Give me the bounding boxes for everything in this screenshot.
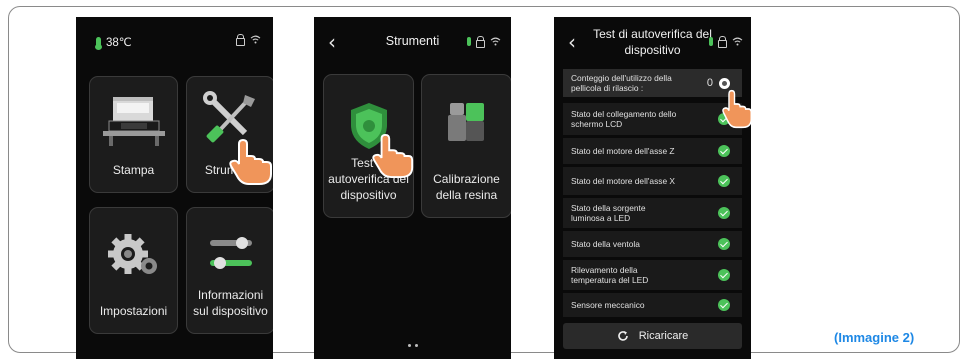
check-label: Stato del collegamento dello schermo LCD: [571, 109, 677, 129]
lock-icon: [718, 35, 727, 48]
tile-settings[interactable]: Impostazioni: [89, 207, 178, 334]
status-bar: 38℃: [76, 17, 273, 61]
pointer-hand-icon: [722, 89, 751, 129]
check-ok-icon: [718, 299, 730, 311]
tile-device-info[interactable]: Informazioni sul dispositivo: [186, 207, 273, 334]
status-icons: [467, 35, 501, 48]
release-film-counter-label: Conteggio dell'utilizzo della pellicola …: [571, 73, 672, 93]
sliders-icon: [209, 237, 252, 269]
check-label: Stato del motore dell'asse X: [571, 176, 676, 186]
wifi-icon: [490, 37, 501, 46]
pointer-hand-icon: [229, 138, 272, 185]
check-label: Stato della sorgente luminosa a LED: [571, 203, 646, 223]
page-indicator: [314, 344, 511, 347]
release-film-counter-value: 0: [706, 77, 713, 89]
tile-device-info-label: Informazioni sul dispositivo: [193, 288, 268, 318]
reload-button[interactable]: Ricaricare: [563, 323, 742, 349]
page-title: Test di autoverifica del dispositivo: [593, 27, 712, 57]
lock-icon: [236, 33, 245, 46]
reset-counter-icon[interactable]: [719, 77, 730, 89]
tile-print[interactable]: Stampa: [89, 76, 178, 193]
check-row: Stato della ventola: [563, 231, 742, 257]
page-title: Strumenti: [385, 34, 440, 48]
home-screen: 38℃ Stampa Strumenti Impostazioni Inform…: [76, 17, 273, 359]
check-ok-icon: [718, 269, 730, 281]
thermometer-icon: [709, 37, 713, 46]
check-label: Stato della ventola: [571, 239, 640, 249]
temperature-indicator: 38℃: [95, 35, 132, 50]
wifi-icon: [250, 35, 261, 44]
settings-gear-icon: [107, 234, 157, 274]
tools-screen: ‹ Strumenti Test di autoverifica del dis…: [314, 17, 511, 359]
check-ok-icon: [718, 207, 730, 219]
check-ok-icon: [718, 238, 730, 250]
tile-resin-calibration-label: Calibrazione della resina: [433, 172, 500, 202]
check-label: Rilevamento della temperatura del LED: [571, 265, 649, 285]
back-chevron-icon[interactable]: ‹: [568, 30, 576, 54]
status-icons: [709, 35, 743, 48]
page-dot: [414, 344, 418, 347]
check-row: Stato del motore dell'asse X: [563, 167, 742, 195]
refresh-icon: [618, 331, 628, 341]
self-test-screen: ‹ Test di autoverifica del dispositivo C…: [554, 17, 751, 359]
pointer-hand-icon: [372, 133, 414, 178]
check-ok-icon: [718, 175, 730, 187]
check-row: Rilevamento della temperatura del LED: [563, 260, 742, 290]
check-row: Stato della sorgente luminosa a LED: [563, 198, 742, 228]
reload-button-label: Ricaricare: [638, 330, 689, 342]
status-icons: [236, 33, 261, 46]
wifi-icon: [732, 37, 743, 46]
resin-blocks-icon: [447, 103, 484, 141]
thermometer-icon: [467, 37, 471, 46]
check-row: Stato del collegamento dello schermo LCD: [563, 103, 742, 135]
lock-icon: [476, 35, 485, 48]
tile-print-label: Stampa: [112, 163, 155, 177]
tile-settings-label: Impostazioni: [99, 304, 168, 318]
temperature-value: 38℃: [106, 37, 132, 49]
tile-resin-calibration[interactable]: Calibrazione della resina: [421, 74, 511, 218]
page-dot: [407, 344, 411, 347]
check-row: Sensore meccanico: [563, 293, 742, 317]
check-label: Stato del motore dell'asse Z: [571, 146, 675, 156]
release-film-counter-value-group: 0: [706, 77, 730, 89]
check-label: Sensore meccanico: [571, 300, 645, 310]
check-row: Stato del motore dell'asse Z: [563, 138, 742, 164]
figure-caption: (Immagine 2): [834, 330, 915, 345]
thermometer-icon: [95, 36, 102, 50]
printer-icon: [102, 97, 165, 146]
release-film-counter: Conteggio dell'utilizzo della pellicola …: [563, 69, 742, 97]
check-ok-icon: [718, 145, 730, 157]
back-chevron-icon[interactable]: ‹: [328, 30, 336, 54]
